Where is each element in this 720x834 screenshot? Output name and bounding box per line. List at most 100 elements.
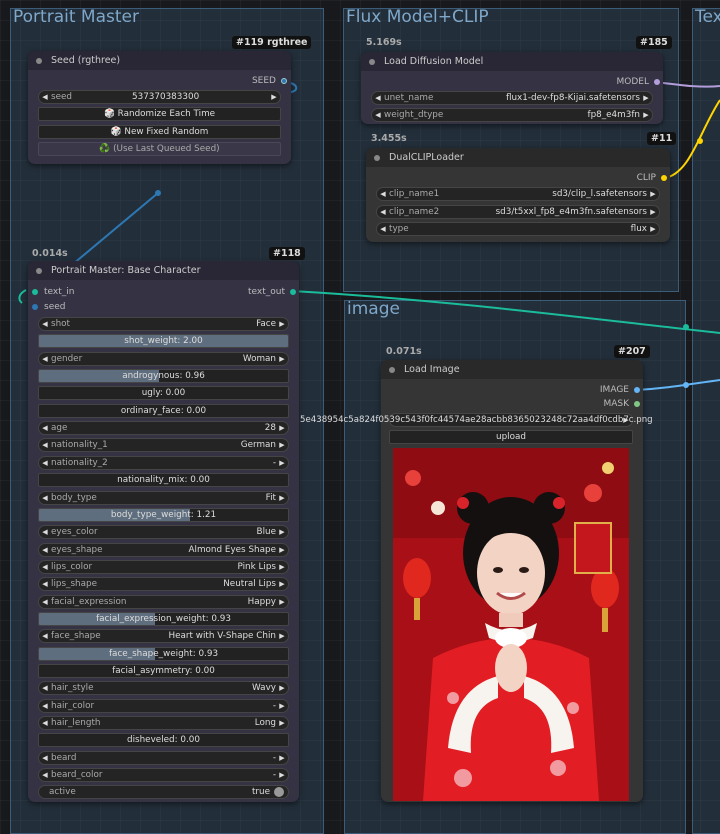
arrow-right-icon[interactable]: ▶ — [276, 355, 288, 363]
node-header[interactable]: Seed (rgthree) — [28, 51, 291, 70]
arrow-right-icon[interactable]: ▶ — [276, 702, 288, 710]
combo-lips-shape[interactable]: ◀ lips_shape Neutral Lips ▶ — [38, 577, 289, 592]
combo-face-shape[interactable]: ◀ face_shape Heart with V-Shape Chin ▶ — [38, 629, 289, 644]
load-diffusion-model-node[interactable]: Load Diffusion Model MODEL ◀ unet_name flu… — [361, 52, 663, 124]
arrow-right-icon[interactable]: ▶ — [276, 424, 288, 432]
arrow-left-icon[interactable]: ◀ — [39, 684, 51, 692]
arrow-right-icon[interactable]: ▶ — [276, 632, 288, 640]
arrow-left-icon[interactable]: ◀ — [39, 719, 51, 727]
collapse-dot-icon[interactable] — [36, 267, 42, 274]
arrow-right-icon[interactable]: ▶ — [276, 598, 288, 606]
slider-17[interactable]: facial_expression_weight: 0.93 — [38, 611, 289, 626]
arrow-left-icon[interactable]: ◀ — [39, 702, 51, 710]
arrow-right-icon[interactable]: ▶ — [276, 719, 288, 727]
input-socket-icon[interactable] — [32, 304, 38, 310]
arrow-left-icon[interactable]: ◀ — [39, 93, 51, 101]
arrow-left-icon[interactable]: ◀ — [39, 459, 51, 467]
dual-clip-loader-node[interactable]: DualCLIPLoader CLIP ◀ clip_name1 sd3/clip_… — [366, 148, 670, 242]
clip-name2-combo[interactable]: ◀ clip_name2 sd3/t5xxl_fp8_e4m3fn.safetens… — [376, 205, 660, 219]
arrow-left-icon[interactable]: ◀ — [39, 441, 51, 449]
portrait-master-node[interactable]: Portrait Master: Base Character text_in … — [28, 261, 299, 802]
new-fixed-random-button[interactable]: 🎲 New Fixed Random — [38, 125, 281, 139]
arrow-left-icon[interactable]: ◀ — [39, 563, 51, 571]
output-socket-icon[interactable] — [654, 79, 660, 85]
output-socket-icon[interactable] — [634, 401, 640, 407]
arrow-right-icon[interactable]: ▶ — [276, 441, 288, 449]
collapse-dot-icon[interactable] — [369, 58, 375, 65]
arrow-right-icon[interactable]: ▶ — [276, 546, 288, 554]
arrow-left-icon[interactable]: ◀ — [39, 546, 51, 554]
combo-eyes-shape[interactable]: ◀ eyes_shape Almond Eyes Shape ▶ — [38, 542, 289, 557]
combo-eyes-color[interactable]: ◀ eyes_color Blue ▶ — [38, 525, 289, 540]
slider-1[interactable]: shot_weight: 2.00 — [38, 334, 289, 349]
node-header[interactable]: Load Image — [381, 360, 643, 379]
arrow-left-icon[interactable]: ◀ — [372, 94, 384, 102]
arrow-left-icon[interactable]: ◀ — [39, 355, 51, 363]
arrow-right-icon[interactable]: ▶ — [268, 93, 280, 101]
arrow-left-icon[interactable]: ◀ — [39, 771, 51, 779]
slider-4[interactable]: ugly: 0.00 — [38, 386, 289, 401]
slider-20[interactable]: facial_asymmetry: 0.00 — [38, 664, 289, 678]
combo-hair-color[interactable]: ◀ hair_color - ▶ — [38, 698, 289, 713]
seed-node[interactable]: Seed (rgthree) SEED ◀ seed 537370383300 ▶ 🎲… — [28, 51, 291, 164]
arrow-left-icon[interactable]: ◀ — [39, 528, 51, 536]
image-combo[interactable]: 5e438954c5a824f0539c543f0fc44574ae28acbb… — [300, 413, 653, 427]
toggle-knob-icon[interactable] — [274, 787, 284, 798]
output-mask[interactable]: MASK — [603, 399, 640, 409]
arrow-right-icon[interactable]: ▶ — [276, 528, 288, 536]
arrow-left-icon[interactable]: ◀ — [39, 320, 51, 328]
combo-nationality-1[interactable]: ◀ nationality_1 German ▶ — [38, 438, 289, 453]
slider-5[interactable]: ordinary_face: 0.00 — [38, 403, 289, 418]
arrow-right-icon[interactable]: ▶ — [640, 111, 652, 119]
arrow-left-icon[interactable]: ◀ — [377, 225, 389, 233]
arrow-right-icon[interactable]: ▶ — [276, 771, 288, 779]
use-last-seed-button[interactable]: ♻️ (Use Last Queued Seed) — [38, 142, 281, 156]
slider-3[interactable]: androgynous: 0.96 — [38, 369, 289, 384]
combo-beard-color[interactable]: ◀ beard_color - ▶ — [38, 768, 289, 783]
arrow-right-icon[interactable]: ▶ — [276, 494, 288, 502]
arrow-right-icon[interactable]: ▶ — [276, 459, 288, 467]
arrow-right-icon[interactable]: ▶ — [647, 208, 659, 216]
arrow-right-icon[interactable]: ▶ — [276, 563, 288, 571]
arrow-right-icon[interactable]: ▶ — [647, 190, 659, 198]
combo-body-type[interactable]: ◀ body_type Fit ▶ — [38, 490, 289, 505]
output-socket-icon[interactable] — [290, 289, 296, 295]
collapse-dot-icon[interactable] — [36, 57, 42, 64]
upload-button[interactable]: upload — [389, 430, 633, 444]
output-seed[interactable]: SEED — [252, 76, 287, 86]
arrow-left-icon[interactable]: ◀ — [372, 111, 384, 119]
unet-name-combo[interactable]: ◀ unet_name flux1-dev-fp8-Kijai.safetensor… — [371, 91, 653, 105]
type-combo[interactable]: ◀ type flux ▶ — [376, 222, 660, 236]
node-header[interactable]: Portrait Master: Base Character — [28, 261, 299, 280]
toggle-active[interactable]: active true — [38, 785, 289, 800]
output-socket-icon[interactable] — [634, 387, 640, 393]
output-socket-icon[interactable] — [281, 78, 287, 84]
weight-dtype-combo[interactable]: ◀ weight_dtype fp8_e4m3fn ▶ — [371, 108, 653, 122]
input-seed[interactable]: seed — [32, 302, 65, 312]
combo-hair-style[interactable]: ◀ hair_style Wavy ▶ — [38, 681, 289, 696]
combo-hair-length[interactable]: ◀ hair_length Long ▶ — [38, 716, 289, 731]
output-socket-icon[interactable] — [661, 175, 667, 181]
arrow-left-icon[interactable]: ◀ — [39, 580, 51, 588]
arrow-left-icon[interactable]: ◀ — [39, 632, 51, 640]
arrow-left-icon[interactable]: ◀ — [39, 424, 51, 432]
arrow-right-icon[interactable]: ▶ — [276, 580, 288, 588]
input-text-in[interactable]: text_in — [32, 287, 74, 297]
combo-shot[interactable]: ◀ shot Face ▶ — [38, 317, 289, 331]
arrow-left-icon[interactable]: ◀ — [39, 754, 51, 762]
input-socket-icon[interactable] — [32, 289, 38, 295]
slider-24[interactable]: disheveled: 0.00 — [38, 733, 289, 748]
arrow-left-icon[interactable]: ◀ — [377, 208, 389, 216]
arrow-right-icon[interactable]: ▶ — [640, 94, 652, 102]
collapse-dot-icon[interactable] — [389, 366, 395, 373]
output-clip[interactable]: CLIP — [637, 173, 667, 183]
load-image-node[interactable]: Load Image IMAGE MASK 5e438954c5a824f053… — [300, 360, 653, 802]
node-header[interactable]: Load Diffusion Model — [361, 52, 663, 71]
slider-19[interactable]: face_shape_weight: 0.93 — [38, 646, 289, 661]
combo-beard[interactable]: ◀ beard - ▶ — [38, 750, 289, 765]
output-image[interactable]: IMAGE — [600, 385, 640, 395]
output-text-out[interactable]: text_out — [248, 287, 296, 297]
arrow-left-icon[interactable]: ◀ — [39, 598, 51, 606]
arrow-right-icon[interactable]: ▶ — [276, 320, 288, 328]
slider-11[interactable]: body_type_weight: 1.21 — [38, 507, 289, 522]
